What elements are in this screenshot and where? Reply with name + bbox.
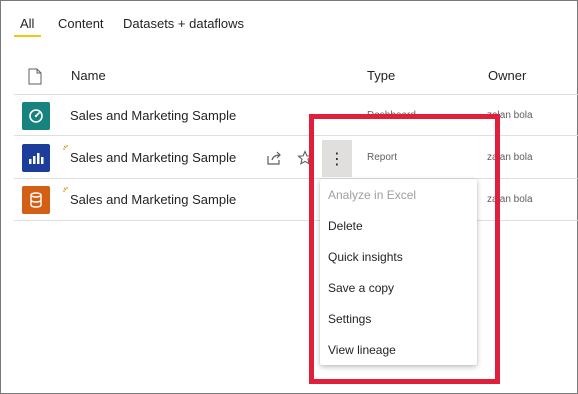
item-type: Dashboard [367,110,416,121]
table-header: Name Type Owner [0,60,578,92]
share-icon[interactable] [266,150,282,166]
menu-item-view-lineage[interactable]: View lineage [328,343,396,357]
menu-item-save-a-copy[interactable]: Save a copy [328,281,394,295]
item-owner: zalan bola [487,152,533,163]
menu-item-analyze-in-excel: Analyze in Excel [328,188,417,202]
column-header-owner[interactable]: Owner [488,68,526,83]
report-icon [22,144,50,172]
column-header-type[interactable]: Type [367,68,395,83]
item-name[interactable]: Sales and Marketing Sample [70,150,236,165]
table-row[interactable]: Sales and Marketing Sample zalan bola [14,179,578,221]
tab-datasets-dataflows[interactable]: Datasets + dataflows [123,16,244,31]
tab-all[interactable]: All [20,16,34,31]
more-options-button[interactable]: ⋮ [322,140,352,177]
dataset-icon [22,186,50,214]
tab-content[interactable]: Content [58,16,104,31]
context-menu: Analyze in Excel Delete Quick insights S… [320,179,477,365]
menu-item-quick-insights[interactable]: Quick insights [328,250,403,264]
active-tab-indicator [14,35,41,37]
item-name[interactable]: Sales and Marketing Sample [70,192,236,207]
dashboard-icon [22,102,50,130]
table-row[interactable]: Sales and Marketing Sample ⋮ Report zala… [14,137,578,179]
menu-item-delete[interactable]: Delete [328,219,363,233]
item-type: Report [367,152,398,163]
column-header-name[interactable]: Name [71,68,106,83]
document-icon [28,68,42,85]
favorite-star-icon[interactable] [297,150,313,166]
item-name[interactable]: Sales and Marketing Sample [70,108,236,123]
menu-item-settings[interactable]: Settings [328,312,371,326]
item-owner: zalan bola [487,110,533,121]
table-row[interactable]: Sales and Marketing Sample Dashboard zal… [14,94,578,136]
item-owner: zalan bola [487,194,533,205]
